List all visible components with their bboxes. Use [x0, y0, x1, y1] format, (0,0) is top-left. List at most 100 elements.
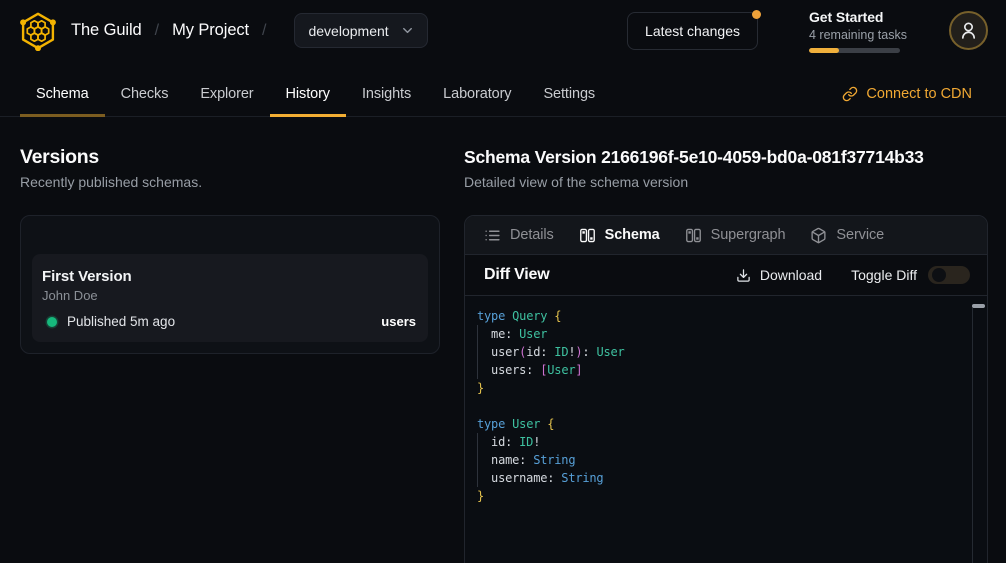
nav-tab-label: History: [286, 86, 330, 102]
code-line: me: User: [477, 325, 967, 343]
code-line: [477, 397, 967, 415]
user-icon: [958, 20, 979, 41]
get-started-subtitle: 4 remaining tasks: [809, 28, 900, 42]
org-name[interactable]: The Guild: [71, 21, 142, 40]
nav-tab-label: Checks: [121, 86, 169, 102]
code-token: users:: [477, 363, 540, 377]
code-token: :: [582, 345, 596, 359]
code-token: User: [512, 417, 540, 431]
nav-tab-label: Insights: [362, 86, 411, 102]
code-token: type: [477, 417, 505, 431]
published-status-dot: [47, 317, 57, 327]
breadcrumb-separator: /: [249, 22, 279, 40]
nav-tab-indicator: [270, 114, 346, 117]
code-token: }: [477, 489, 484, 503]
detail-tab-supergraph[interactable]: Supergraph: [685, 227, 786, 244]
code-token: }: [477, 381, 484, 395]
download-label: Download: [760, 267, 822, 283]
nav-tab-label: Settings: [543, 86, 595, 102]
code-token: ID: [519, 435, 533, 449]
nav-tab-insights[interactable]: Insights: [346, 71, 427, 116]
code-line: user(id: ID!): User: [477, 343, 967, 361]
nav-tab-explorer[interactable]: Explorer: [184, 71, 269, 116]
indent-guide: [477, 325, 478, 379]
code-line: type User {: [477, 415, 967, 433]
code-line: username: String: [477, 469, 967, 487]
nav-tab-indicator: [346, 114, 427, 117]
latest-changes-button[interactable]: Latest changes: [627, 12, 758, 50]
code-token: Query: [512, 309, 547, 323]
nav-tab-checks[interactable]: Checks: [105, 71, 185, 116]
chevron-down-icon: [400, 23, 415, 38]
indent-guide: [477, 433, 478, 487]
version-detail-card: Details Schema: [464, 215, 988, 563]
columns-icon: [579, 227, 596, 244]
toggle-diff-label: Toggle Diff: [851, 267, 917, 283]
main-nav-tabs: Schema Checks Explorer History Insights …: [0, 61, 1006, 117]
nav-tab-label: Laboratory: [443, 86, 511, 102]
code-line: users: [User]: [477, 361, 967, 379]
link-icon: [842, 86, 858, 102]
nav-tab-label: Schema: [36, 86, 89, 102]
version-status-text: Published 5m ago: [67, 314, 175, 329]
code-line: }: [477, 379, 967, 397]
top-bar-actions: Latest changes Get Started 4 remaining t…: [627, 9, 988, 53]
connect-to-cdn-label: Connect to CDN: [866, 86, 972, 102]
version-list-item[interactable]: First Version John Doe Published 5m ago …: [32, 254, 428, 342]
user-avatar[interactable]: [949, 11, 988, 50]
code-token: id:: [526, 345, 554, 359]
box-icon: [810, 227, 827, 244]
detail-tab-details[interactable]: Details: [484, 227, 554, 244]
detail-tab-schema[interactable]: Schema: [579, 227, 660, 244]
get-started-widget[interactable]: Get Started 4 remaining tasks: [809, 9, 900, 53]
version-status-row: Published 5m ago users: [42, 314, 416, 329]
code-line: type Query {: [477, 307, 967, 325]
latest-changes-label: Latest changes: [645, 23, 740, 39]
connect-to-cdn-button[interactable]: Connect to CDN: [842, 71, 972, 116]
code-token: User: [547, 363, 575, 377]
detail-tab-label: Details: [510, 227, 554, 243]
code-token: String: [533, 453, 575, 467]
project-name[interactable]: My Project: [172, 21, 249, 40]
target-selector-value: development: [308, 23, 388, 39]
code-token: User: [596, 345, 624, 359]
detail-tab-service[interactable]: Service: [810, 227, 884, 244]
notification-dot: [752, 10, 761, 19]
code-token: User: [519, 327, 547, 341]
nav-tab-label: Explorer: [200, 86, 253, 102]
hive-logo-icon[interactable]: [20, 11, 56, 51]
target-selector[interactable]: development: [294, 13, 427, 48]
code-token: name:: [477, 453, 533, 467]
get-started-title: Get Started: [809, 9, 900, 25]
nav-tab-indicator: [427, 114, 527, 117]
download-button[interactable]: Download: [736, 267, 822, 283]
nav-tab-indicator: [527, 114, 611, 117]
service-name-badge: users: [381, 314, 416, 329]
get-started-progress-bar: [809, 48, 900, 53]
nav-tab-history[interactable]: History: [270, 71, 346, 116]
scrollbar-thumb[interactable]: [972, 304, 985, 308]
code-lines: type Query { me: User user(id: ID!): Use…: [477, 307, 967, 505]
list-icon: [484, 227, 501, 244]
detail-tab-label: Supergraph: [711, 227, 786, 243]
version-author: John Doe: [42, 288, 416, 303]
code-token: type: [477, 309, 505, 323]
main-content: Versions Recently published schemas. Fir…: [0, 117, 1006, 563]
nav-tab-indicator: [184, 114, 269, 117]
get-started-progress-fill: [809, 48, 839, 53]
code-token: me:: [477, 327, 519, 341]
schema-code-editor[interactable]: type Query { me: User user(id: ID!): Use…: [465, 296, 987, 563]
nav-tab-settings[interactable]: Settings: [527, 71, 611, 116]
diff-view-toolbar: Diff View Download Toggle Diff: [465, 255, 987, 296]
scrollbar-track-line: [972, 308, 973, 563]
versions-panel: Versions Recently published schemas. Fir…: [20, 145, 440, 354]
download-icon: [736, 268, 751, 283]
nav-tab-indicator: [20, 114, 105, 117]
nav-tab-schema[interactable]: Schema: [20, 71, 105, 116]
toggle-diff-switch[interactable]: [928, 266, 970, 284]
nav-tab-laboratory[interactable]: Laboratory: [427, 71, 527, 116]
version-detail-tabs: Details Schema: [465, 216, 987, 255]
versions-list: First Version John Doe Published 5m ago …: [20, 215, 440, 354]
breadcrumb: The Guild / My Project / development: [20, 11, 428, 51]
code-token: String: [561, 471, 603, 485]
